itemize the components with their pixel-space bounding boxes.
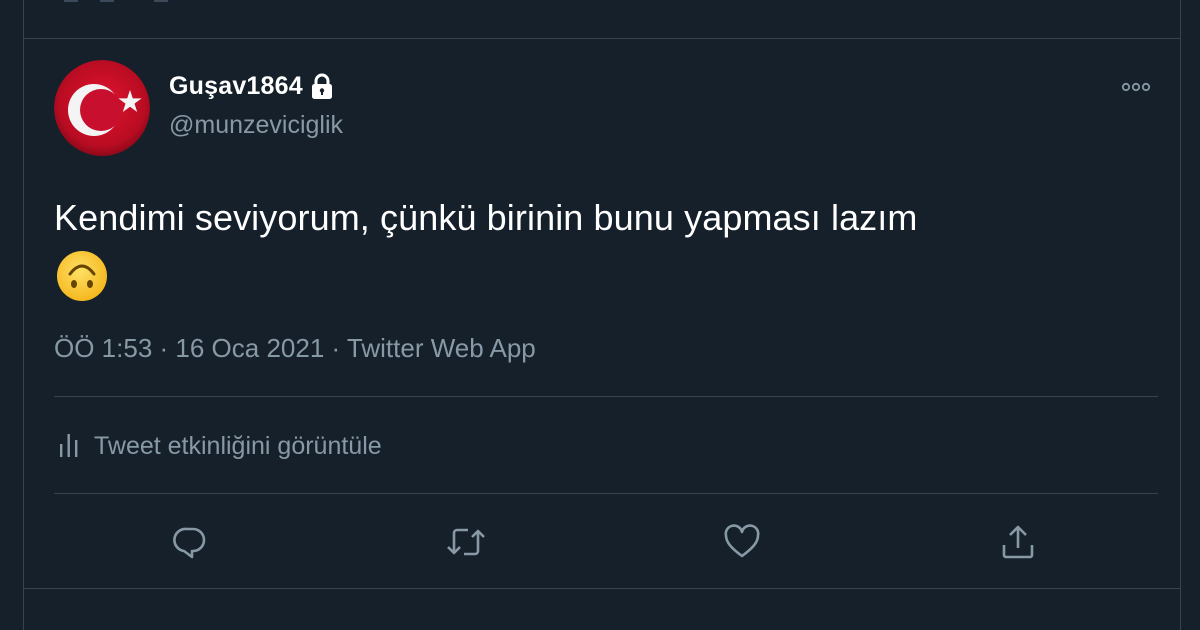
heart-icon [723,523,761,566]
like-button[interactable] [720,522,764,566]
more-options-icon[interactable] [1118,80,1154,94]
previous-tweet-fragment [64,0,78,2]
tweet-text: Kendimi seviyorum, çünkü birinin bunu ya… [54,197,918,238]
tweet-date[interactable]: 16 Oca 2021 [175,333,324,363]
reply-button[interactable] [168,522,212,566]
previous-tweet-fragment [154,0,168,2]
avatar[interactable] [54,60,150,156]
upside-down-face-icon [56,250,108,302]
meta-separator: · [324,333,347,363]
share-icon [999,523,1037,566]
divider [54,396,1158,397]
tweet-metadata: ÖÖ 1:53 · 16 Oca 2021 · Twitter Web App [54,333,536,364]
meta-separator: · [152,333,176,363]
display-name[interactable]: Guşav1864 [169,72,303,101]
previous-tweet-strip [24,0,1180,39]
tweet-time[interactable]: ÖÖ 1:53 [54,333,152,363]
tweet-card: Guşav1864 @munzeviciglik Kendimi seviyor… [23,0,1181,630]
share-button[interactable] [996,522,1040,566]
retweet-icon [444,523,488,566]
lock-icon [310,73,334,101]
reply-icon [171,523,209,566]
divider [54,493,1158,494]
tweet-activity-label[interactable]: Tweet etkinliğini görüntüle [94,432,382,461]
user-name-row[interactable]: Guşav1864 [169,72,334,101]
avatar-image [54,60,150,156]
user-handle[interactable]: @munzeviciglik [169,111,343,140]
retweet-button[interactable] [444,522,488,566]
tweet-activity-link[interactable]: Tweet etkinliğini görüntüle [58,430,382,463]
bar-chart-icon [58,430,80,463]
divider [24,588,1180,589]
tweet-source[interactable]: Twitter Web App [347,333,536,363]
tweet-actions-bar [24,522,1180,566]
previous-tweet-fragment [100,0,114,2]
